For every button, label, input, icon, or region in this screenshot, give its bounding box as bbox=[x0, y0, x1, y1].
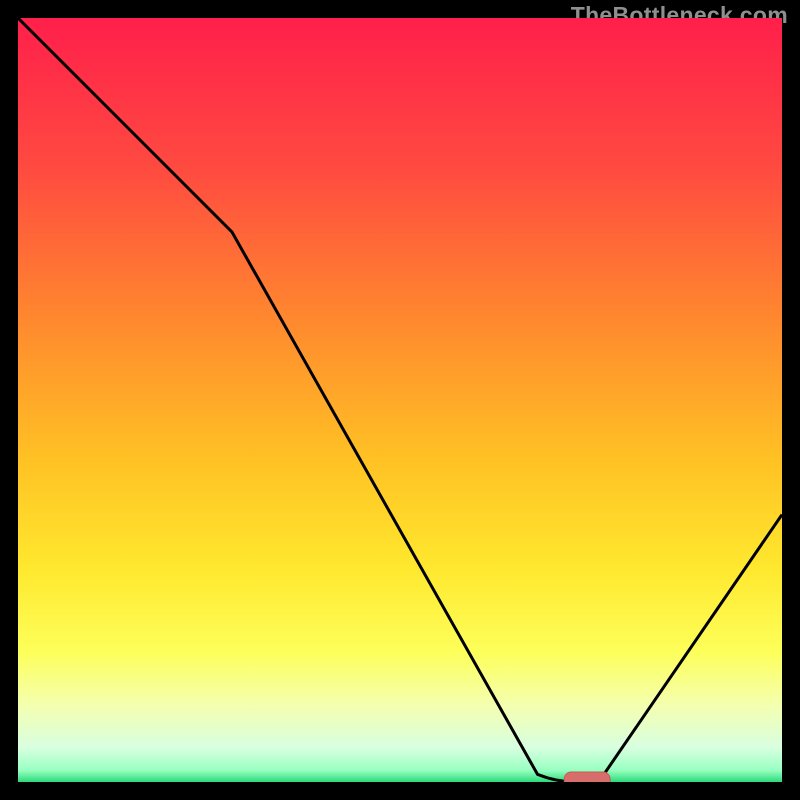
optimal-marker bbox=[564, 772, 610, 782]
bottleneck-chart bbox=[18, 18, 782, 782]
plot-area bbox=[18, 18, 782, 782]
